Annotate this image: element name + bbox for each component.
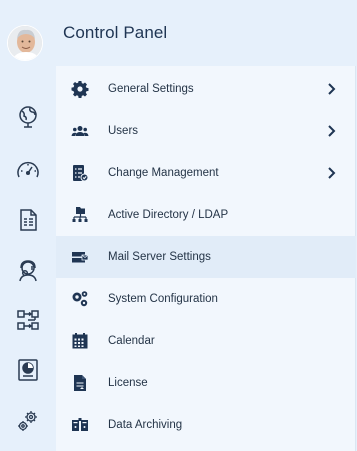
menu-item-label: Active Directory / LDAP — [108, 209, 229, 221]
menu-item-active-directory[interactable]: Active Directory / LDAP — [56, 194, 356, 236]
archive-icon — [71, 416, 89, 434]
panel-header: Control Panel — [56, 0, 357, 66]
mail-server-icon — [71, 248, 89, 266]
menu-item-system-configuration[interactable]: System Configuration — [56, 278, 356, 320]
report-chart-icon[interactable] — [13, 355, 43, 385]
menu-item-label: License — [108, 377, 148, 389]
left-rail — [0, 0, 56, 451]
globe-icon[interactable] — [13, 102, 43, 132]
menu-item-label: Users — [108, 125, 139, 137]
license-icon — [71, 374, 89, 392]
avatar[interactable] — [7, 25, 43, 61]
menu-item-calendar[interactable]: Calendar — [56, 320, 356, 362]
document-icon[interactable] — [13, 205, 43, 235]
support-agent-icon[interactable] — [13, 256, 43, 286]
users-icon — [71, 122, 89, 140]
workflow-icon[interactable] — [13, 305, 43, 335]
system-config-icon — [71, 290, 89, 308]
gear-icon — [71, 80, 89, 98]
menu-item-license[interactable]: License — [56, 362, 356, 404]
chevron-right-icon — [328, 167, 336, 179]
menu-item-label: Data Archiving — [108, 419, 183, 431]
menu-item-data-archiving[interactable]: Data Archiving — [56, 404, 356, 446]
checklist-icon — [71, 164, 89, 182]
page-title: Control Panel — [63, 23, 168, 42]
menu-item-label: Mail Server Settings — [108, 251, 211, 263]
chevron-right-icon — [328, 83, 336, 95]
menu-item-users[interactable]: Users — [56, 110, 356, 152]
menu-item-general-settings[interactable]: General Settings — [56, 68, 356, 110]
menu-item-change-management[interactable]: Change Management — [56, 152, 356, 194]
calendar-icon — [71, 332, 89, 350]
settings-gears-icon[interactable] — [13, 406, 43, 436]
speedometer-icon[interactable] — [13, 156, 43, 186]
menu-item-label: System Configuration — [108, 293, 218, 305]
chevron-right-icon — [328, 125, 336, 137]
menu-item-label: General Settings — [108, 83, 194, 95]
menu-item-label: Change Management — [108, 167, 219, 179]
directory-icon — [71, 206, 89, 224]
menu-item-label: Calendar — [108, 335, 155, 347]
menu-item-mail-server-settings[interactable]: Mail Server Settings — [56, 236, 356, 278]
control-panel-menu: General Settings Users Change Management… — [56, 66, 356, 451]
